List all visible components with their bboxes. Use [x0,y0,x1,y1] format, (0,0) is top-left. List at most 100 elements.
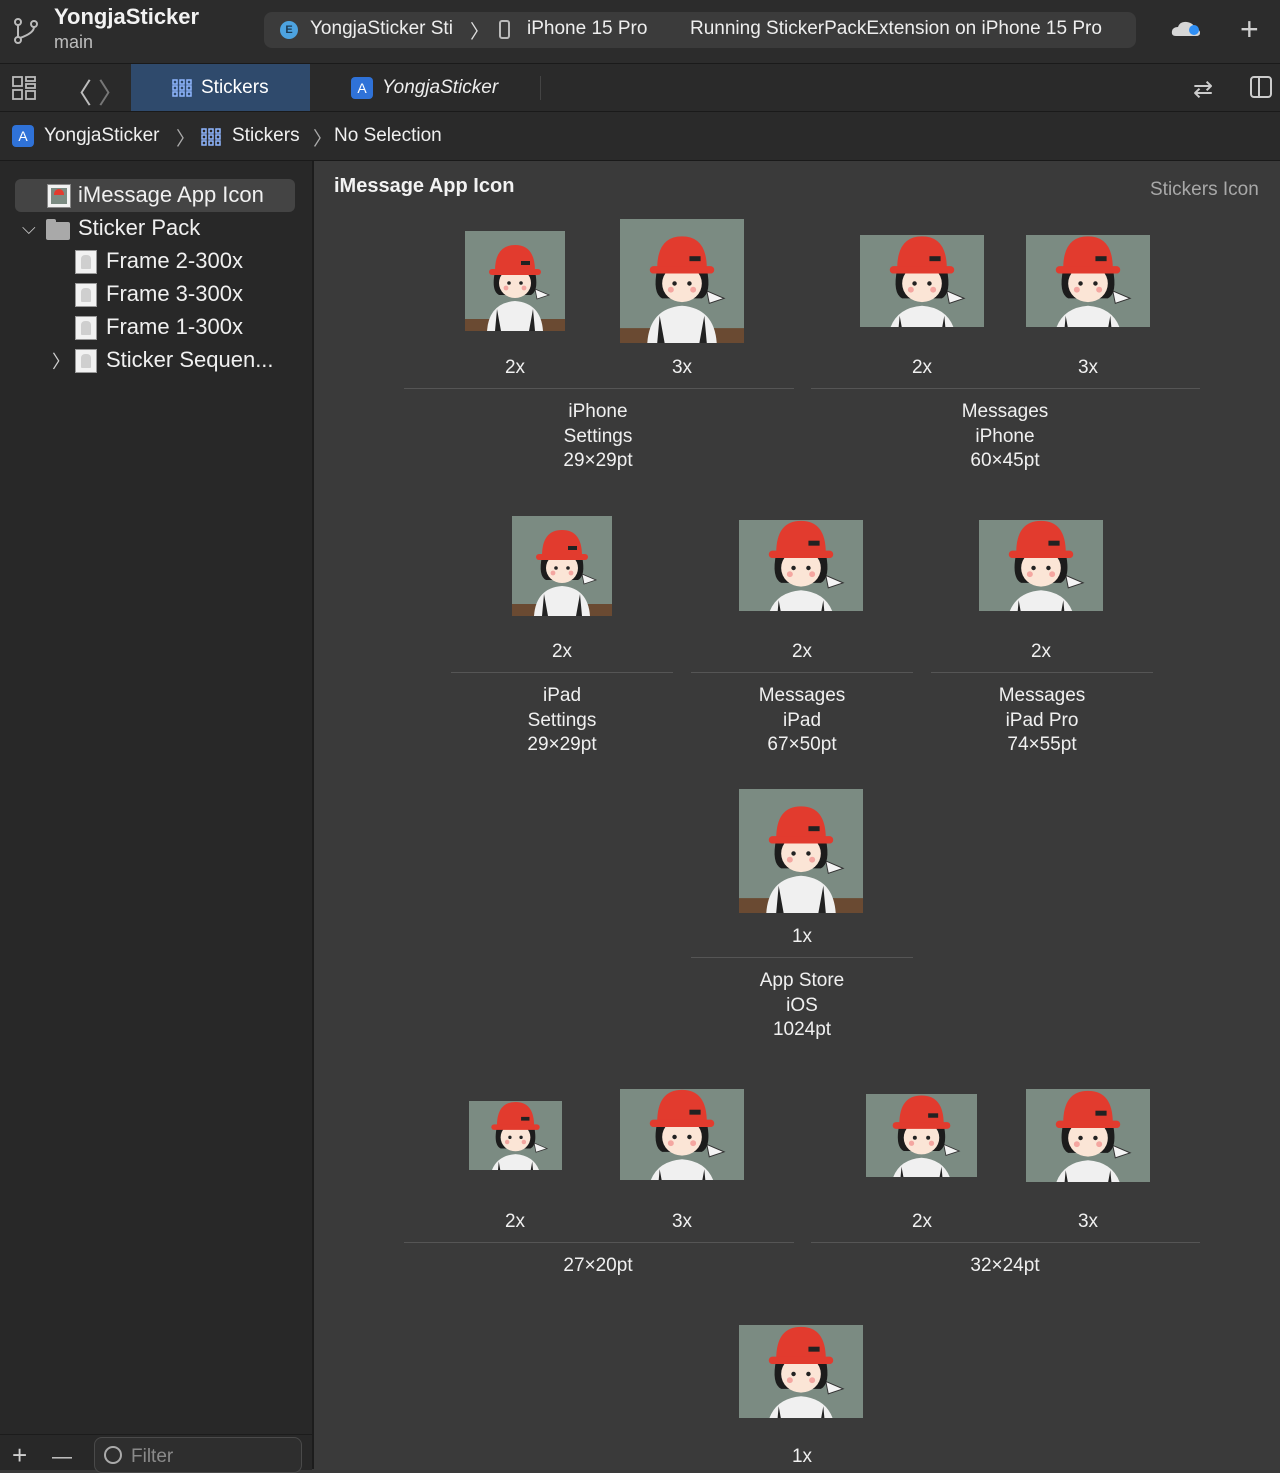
group-divider [691,957,913,958]
sticker-character-icon [739,1325,863,1418]
tab-stickers-label: Stickers [201,77,269,98]
breadcrumb-separator: 〉 [313,129,333,150]
icon-set-type-label: Stickers Icon [1150,179,1259,200]
sticker-character-icon [979,520,1103,611]
sidebar-item-frame-2[interactable]: Frame 2-300x [106,248,243,274]
scale-label: 3x [1077,357,1099,378]
group-label-line: 27×20pt [563,1255,633,1276]
remove-asset-button[interactable]: — [52,1446,72,1469]
sticker-character-icon [739,789,863,913]
scale-label: 3x [671,357,693,378]
scale-label: 1x [791,1446,813,1467]
sticker-character-icon [469,1101,562,1170]
activity-status: Running StickerPackExtension on iPhone 1… [690,18,1102,39]
add-button[interactable]: + [1240,12,1259,46]
group-label-line: 74×55pt [1007,734,1077,755]
group-label-line: 29×29pt [527,734,597,755]
group-divider [691,672,913,673]
app-project-icon: A [351,77,373,99]
sticker-file-icon [75,316,97,340]
scale-label: 2x [911,357,933,378]
forward-button[interactable]: 〉 [98,72,126,112]
group-label-line: 60×45pt [970,450,1040,471]
group-label-line: iOS [786,994,818,1016]
group-label-line: iPhone [975,425,1035,447]
sticker-file-icon [75,250,97,274]
group-label-line: iPad Pro [1005,709,1079,731]
group-label-line: 32×24pt [970,1255,1040,1276]
icon-well-iphone-settings-2x[interactable] [465,231,565,331]
scheme-selector[interactable]: YongjaSticker Sti [310,18,470,40]
branch-name[interactable]: main [54,32,93,53]
group-label-messages-iphone: Messages iPhone 60×45pt [905,400,1105,474]
breadcrumb-project[interactable]: YongjaSticker [44,125,159,147]
group-label-line: iPad [782,709,822,731]
scale-label: 2x [911,1211,933,1232]
icon-well-32x24-3x[interactable] [1026,1089,1150,1182]
project-title[interactable]: YongjaSticker [54,4,199,30]
group-divider [811,388,1200,389]
folder-icon [46,219,70,240]
cloud-status-icon[interactable] [1170,18,1204,40]
sidebar-item-frame-1[interactable]: Frame 1-300x [106,314,243,340]
sidebar-item-label: iMessage App Icon [78,182,264,207]
chevron-down-icon[interactable]: ⌵ [22,218,36,239]
asset-catalog-icon [201,128,221,146]
group-label-ipad-settings: iPad Settings 29×29pt [462,684,662,758]
icon-well-32x24-2x[interactable] [866,1094,977,1177]
tab-yongjasticker[interactable]: YongjaSticker [382,77,498,99]
sidebar-item-frame-3[interactable]: Frame 3-300x [106,281,243,307]
group-label-app-store: App Store iOS 1024pt [702,969,902,1043]
sticker-character-icon [512,516,612,616]
sidebar-item-sticker-pack[interactable]: Sticker Pack [78,215,200,241]
swap-icon[interactable]: ⇄ [1193,75,1213,104]
scale-label: 2x [1030,641,1052,662]
filter-input[interactable] [94,1437,302,1473]
group-label-line: Messages [961,401,1049,422]
group-label-line: App Store [759,970,845,991]
add-editor-icon[interactable] [1250,76,1272,98]
scheme-chevron-icon: 〉 [470,22,490,43]
icon-well-messages-ipad-pro-2x[interactable] [979,520,1103,611]
scale-label: 2x [551,641,573,662]
group-divider [404,1242,794,1243]
device-selector[interactable]: iPhone 15 Pro [527,18,647,40]
sticker-character-icon [620,1089,744,1180]
group-label-messages-ipad: Messages iPad 67×50pt [702,684,902,758]
group-divider [451,672,673,673]
project-icon: A [12,125,34,147]
sticker-character-icon [620,219,744,343]
icon-well-app-store-1x[interactable] [739,789,863,913]
scale-label: 1x [791,926,813,947]
iphone-device-icon [499,20,510,39]
filter-icon [104,1446,122,1464]
icon-well-27x20-2x[interactable] [469,1101,562,1170]
icon-well-27x20-3x[interactable] [620,1089,744,1180]
group-label-line: Messages [758,685,846,706]
sticker-character-icon [1026,1089,1150,1182]
breadcrumb-separator: 〉 [176,129,196,150]
related-items-grid-icon[interactable] [12,76,36,100]
group-label-32x24: 32×24pt [905,1254,1105,1279]
sidebar-item-sticker-sequence[interactable]: Sticker Sequen... [106,347,274,373]
sticker-character-icon [860,235,984,327]
icon-well-messages-iphone-3x[interactable] [1026,235,1150,327]
icon-well-messages-ipad-2x[interactable] [739,520,863,611]
group-label-line: Settings [527,709,597,731]
branch-icon[interactable] [12,16,40,46]
breadcrumb-stickers[interactable]: Stickers [232,125,300,147]
icon-well-ipad-settings-2x[interactable] [512,516,612,616]
chevron-right-icon[interactable]: 〉 [52,348,70,374]
icon-well-iphone-settings-3x[interactable] [620,219,744,343]
sticker-character-icon [739,520,863,611]
breadcrumb-selection[interactable]: No Selection [334,125,442,147]
icon-well-marketing-1x[interactable] [739,1325,863,1418]
page-title: iMessage App Icon [334,175,515,197]
asset-catalog-icon [172,79,192,97]
tab-divider [540,76,541,100]
add-asset-button[interactable]: + [12,1440,27,1471]
back-button[interactable]: 〈 [64,72,92,112]
group-divider [404,388,794,389]
icon-well-messages-iphone-2x[interactable] [860,235,984,327]
scheme-extension-icon: E [280,21,298,39]
